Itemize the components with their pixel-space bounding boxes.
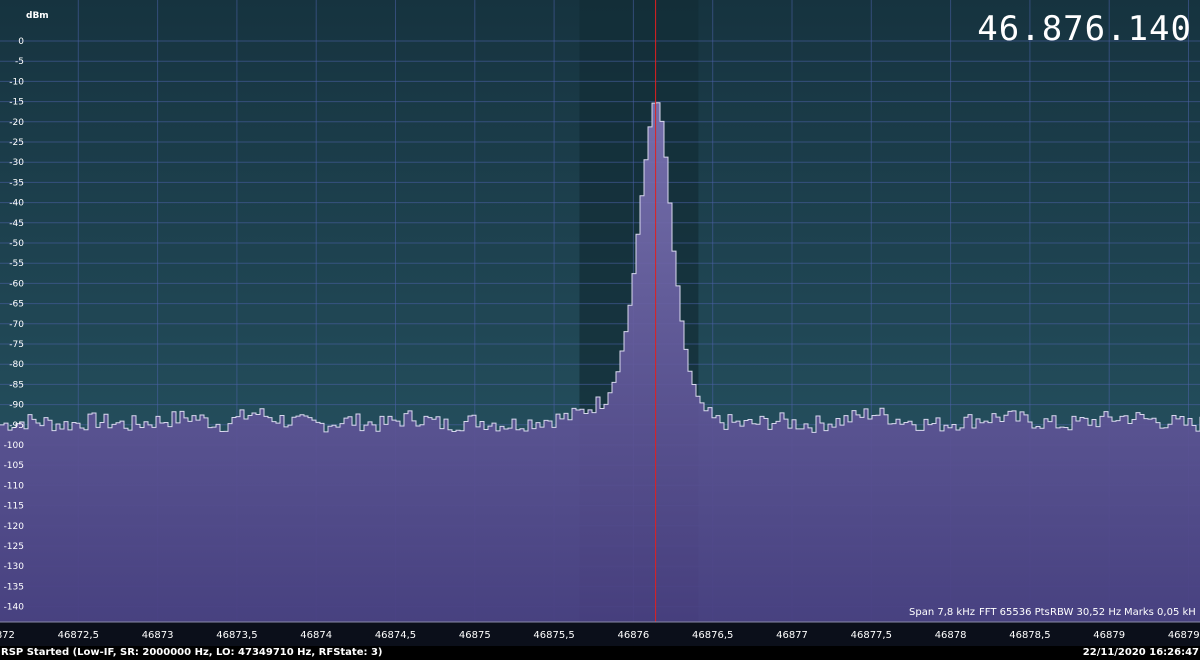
frequency-readout[interactable]: 46.876.140 [977, 9, 1192, 49]
y-tick-label: -115 [4, 502, 24, 512]
x-tick-label[interactable]: 46878 [935, 630, 967, 641]
y-tick-label: -125 [4, 542, 24, 552]
y-tick-label: -40 [9, 199, 24, 209]
y-tick-label: -120 [4, 522, 25, 532]
status-timestamp: 22/11/2020 16:26:47 [1082, 647, 1199, 658]
x-tick-label[interactable]: 46876,5 [692, 630, 733, 641]
status-bar: RSP Started (Low-IF, SR: 2000000 Hz, LO:… [0, 646, 1200, 660]
y-tick-label: -45 [9, 219, 24, 229]
y-tick-label: -50 [9, 239, 24, 249]
y-tick-label: -25 [9, 138, 24, 148]
x-tick-label[interactable]: 46872 [0, 630, 15, 641]
span-readout: Span 7,8 kHz [909, 607, 975, 618]
spectrum-display[interactable]: 0 -5 -10 -15 -20 -25 -30 -35 -40 -45 -50 -55 -60 -65 -… [0, 0, 1200, 646]
x-tick-label[interactable]: 46872,5 [58, 630, 99, 641]
y-tick-label: -5 [15, 57, 24, 67]
rbw-readout: RBW 30,52 Hz [1050, 607, 1121, 618]
y-tick-label: -90 [9, 401, 24, 411]
y-tick-label: -65 [9, 300, 24, 310]
y-tick-label: -10 [9, 77, 24, 87]
fft-readout: FFT 65536 Pts [979, 607, 1050, 618]
y-tick-label: -85 [9, 380, 24, 390]
y-tick-label: -130 [4, 562, 25, 572]
x-tick-label[interactable]: 46876 [617, 630, 649, 641]
marks-readout: Marks 0,05 kH [1124, 607, 1196, 618]
y-tick-label: -140 [4, 603, 25, 613]
y-tick-label: -80 [9, 360, 24, 370]
x-tick-label[interactable]: 46878,5 [1009, 630, 1050, 641]
x-tick-label[interactable]: 46879,5 [1168, 630, 1200, 641]
y-tick-label: -95 [9, 421, 24, 431]
y-tick-label: -60 [9, 279, 24, 289]
x-tick-label[interactable]: 46877,5 [851, 630, 892, 641]
y-tick-label: -55 [9, 259, 24, 269]
x-tick-label[interactable]: 46873,5 [216, 630, 257, 641]
y-tick-label: -135 [4, 582, 24, 592]
y-tick-label: -75 [9, 340, 24, 350]
y-tick-label: -105 [4, 461, 24, 471]
y-tick-label: -70 [9, 320, 24, 330]
x-tick-label[interactable]: 46875 [459, 630, 491, 641]
x-tick-label[interactable]: 46877 [776, 630, 808, 641]
x-tick-label[interactable]: 46879 [1093, 630, 1125, 641]
x-tick-label[interactable]: 46874,5 [375, 630, 416, 641]
y-tick-label: -35 [9, 178, 24, 188]
y-tick-label: 0 [18, 37, 24, 47]
info-readout: Span 7,8 kHz FFT 65536 Pts RBW 30,52 Hz … [909, 607, 1196, 618]
y-tick-label: -30 [9, 158, 24, 168]
unit-label: dBm [26, 11, 49, 21]
y-tick-label: -15 [9, 98, 24, 108]
y-tick-label: -20 [9, 118, 24, 128]
x-tick-label[interactable]: 46873 [142, 630, 174, 641]
status-message: RSP Started (Low-IF, SR: 2000000 Hz, LO:… [1, 647, 383, 658]
x-tick-label[interactable]: 46875,5 [533, 630, 574, 641]
y-tick-label: -110 [4, 481, 25, 491]
x-tick-label[interactable]: 46874 [300, 630, 332, 641]
y-tick-label: -100 [4, 441, 25, 451]
